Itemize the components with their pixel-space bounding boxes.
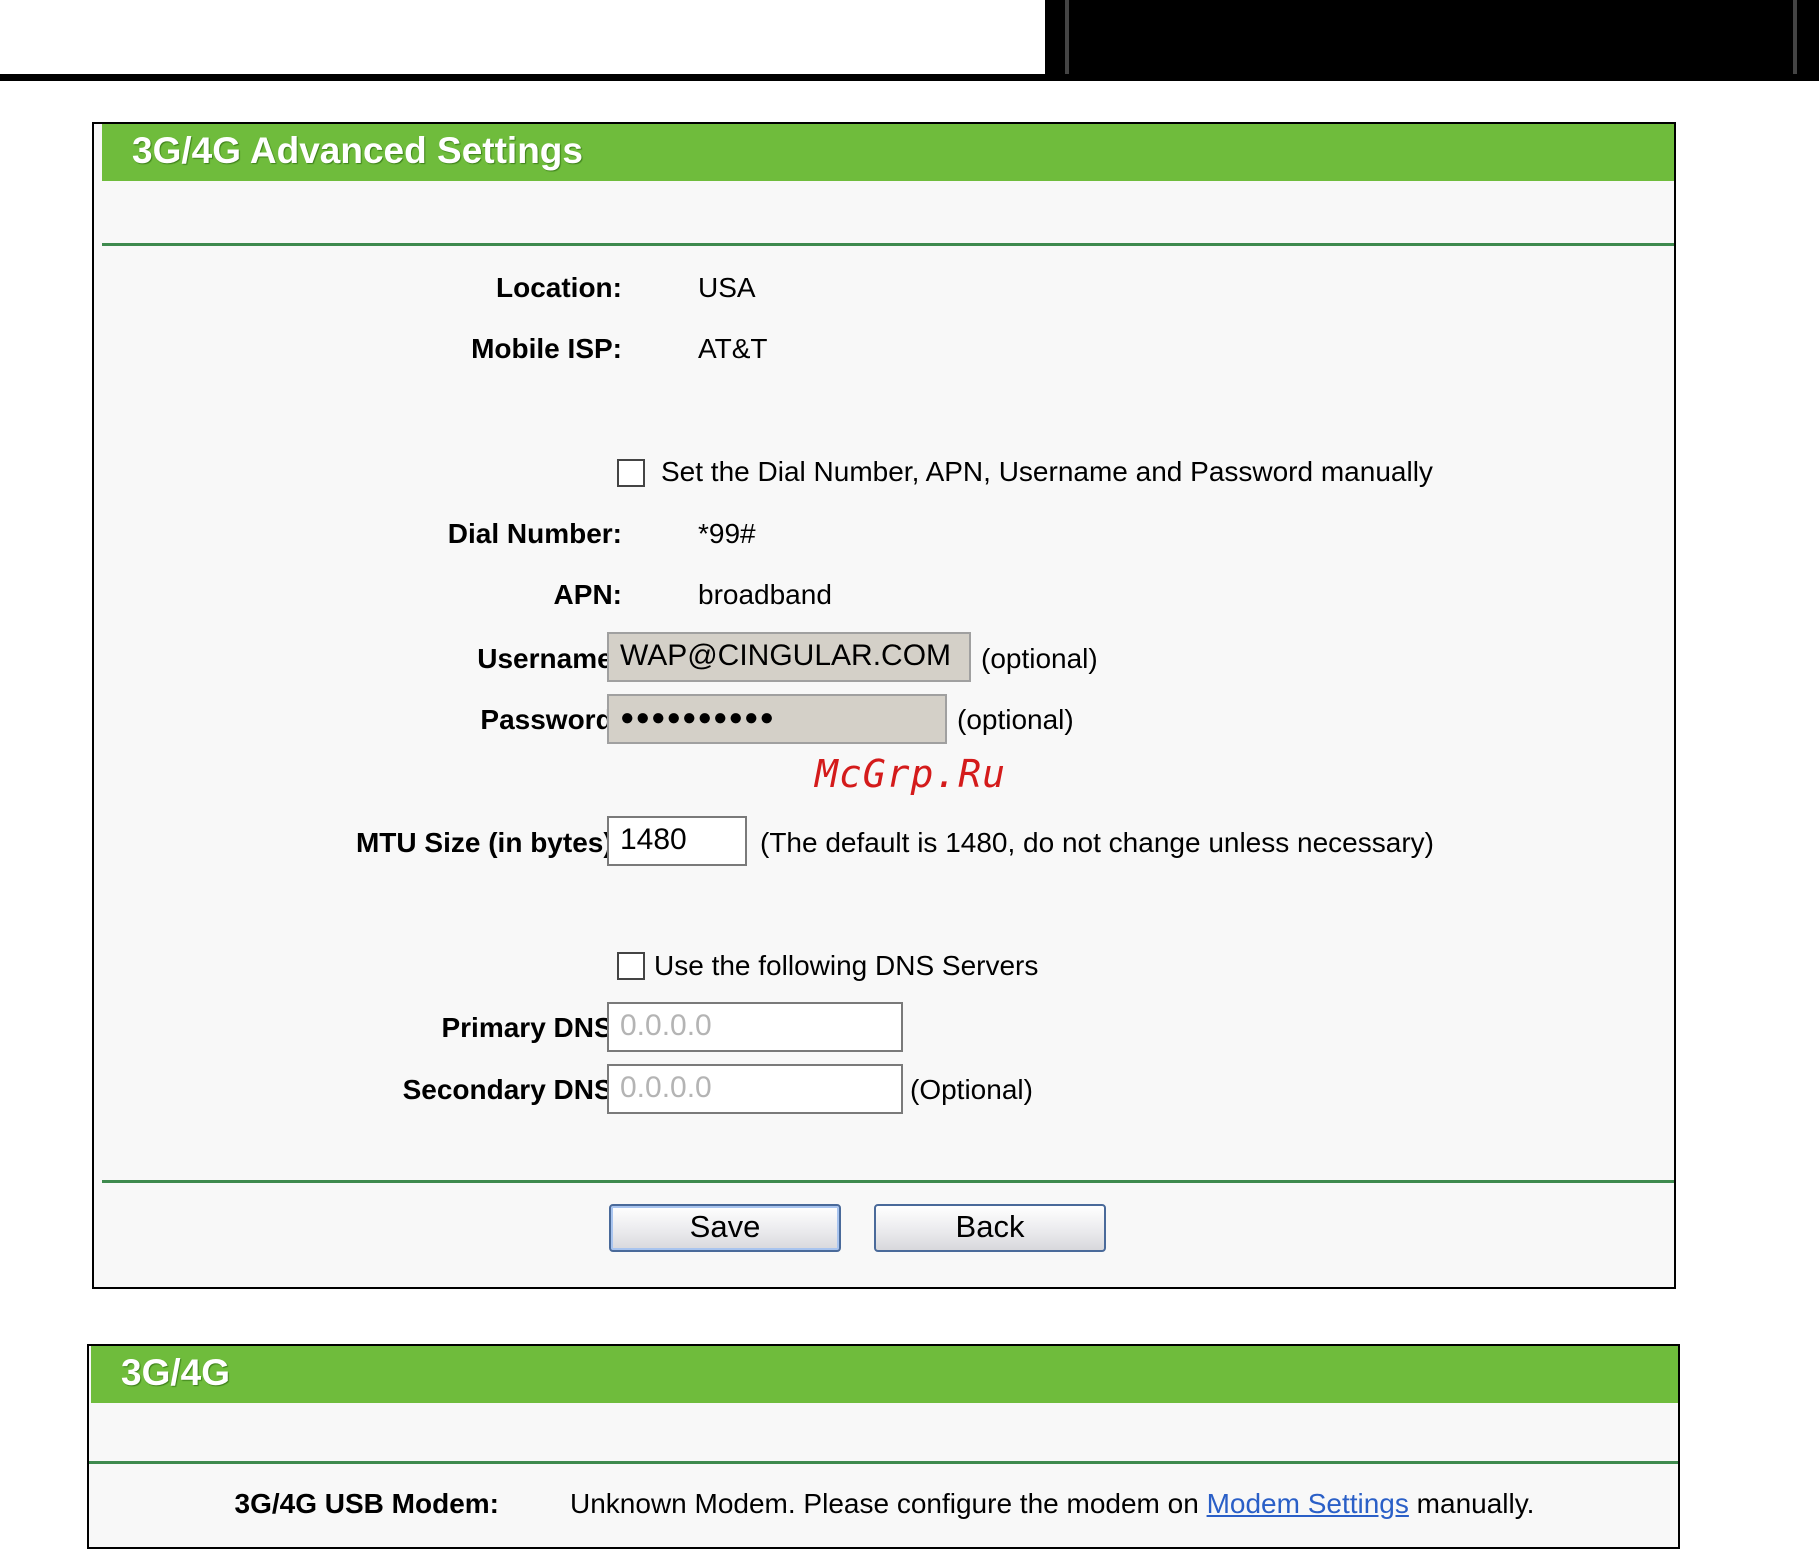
- usb-modem-status-suffix: manually.: [1408, 1488, 1535, 1519]
- password-input[interactable]: ●●●●●●●●●●: [607, 694, 947, 744]
- section-divider: [102, 1180, 1674, 1183]
- primary-dns-input[interactable]: 0.0.0.0: [607, 1002, 903, 1052]
- mobile-isp-value: AT&T: [698, 333, 768, 364]
- mtu-size-input[interactable]: 1480: [607, 816, 747, 866]
- manual-settings-label: Set the Dial Number, APN, Username and P…: [661, 456, 1433, 487]
- manual-settings-checkbox[interactable]: [617, 459, 645, 487]
- advanced-settings-panel: 3G/4G Advanced Settings Location: USA Mo…: [92, 122, 1676, 1289]
- mtu-size-label: MTU Size (in bytes):: [355, 827, 622, 858]
- secondary-dns-input[interactable]: 0.0.0.0: [607, 1064, 903, 1114]
- location-value: USA: [698, 272, 756, 303]
- mobile-isp-label: Mobile ISP:: [471, 333, 622, 364]
- username-label: Username:: [477, 643, 622, 674]
- apn-label: APN:: [553, 579, 622, 610]
- modem-settings-link[interactable]: Modem Settings: [1207, 1488, 1409, 1519]
- usb-modem-label: 3G/4G USB Modem:: [234, 1488, 499, 1519]
- header-separator: [1065, 0, 1069, 76]
- username-optional-note: (optional): [981, 643, 1098, 674]
- save-button[interactable]: Save: [609, 1204, 841, 1252]
- usb-modem-status-text: Unknown Modem. Please configure the mode…: [570, 1488, 1207, 1519]
- apn-value: broadband: [698, 579, 832, 610]
- header-separator: [1793, 0, 1797, 76]
- section-divider: [102, 243, 1674, 246]
- use-dns-servers-checkbox[interactable]: [617, 952, 645, 980]
- modem-status-panel: 3G/4G 3G/4G USB Modem: Unknown Modem. Pl…: [87, 1344, 1680, 1549]
- page-header-rule: [0, 74, 1819, 81]
- use-dns-servers-label: Use the following DNS Servers: [654, 950, 1039, 981]
- panel-title: 3G/4G Advanced Settings: [132, 130, 583, 171]
- username-input[interactable]: WAP@CINGULAR.COM: [607, 632, 971, 682]
- password-optional-note: (optional): [957, 704, 1074, 735]
- back-button[interactable]: Back: [874, 1204, 1106, 1252]
- primary-dns-label: Primary DNS:: [441, 1012, 622, 1043]
- dial-number-value: *99#: [698, 518, 756, 549]
- secondary-dns-label: Secondary DNS:: [402, 1074, 622, 1105]
- mtu-size-note: (The default is 1480, do not change unle…: [760, 827, 1434, 858]
- section-divider: [89, 1461, 1678, 1464]
- secondary-dns-optional-note: (Optional): [910, 1074, 1033, 1105]
- panel-header: 3G/4G Advanced Settings: [102, 124, 1674, 181]
- watermark: McGrp.Ru: [815, 752, 1007, 796]
- page-header-bar: [1045, 0, 1819, 76]
- panel-title: 3G/4G: [121, 1352, 230, 1393]
- location-label: Location:: [496, 272, 622, 303]
- panel-header: 3G/4G: [91, 1346, 1678, 1403]
- usb-modem-status: Unknown Modem. Please configure the mode…: [570, 1488, 1534, 1520]
- dial-number-label: Dial Number:: [447, 518, 622, 549]
- password-label: Password:: [480, 704, 622, 735]
